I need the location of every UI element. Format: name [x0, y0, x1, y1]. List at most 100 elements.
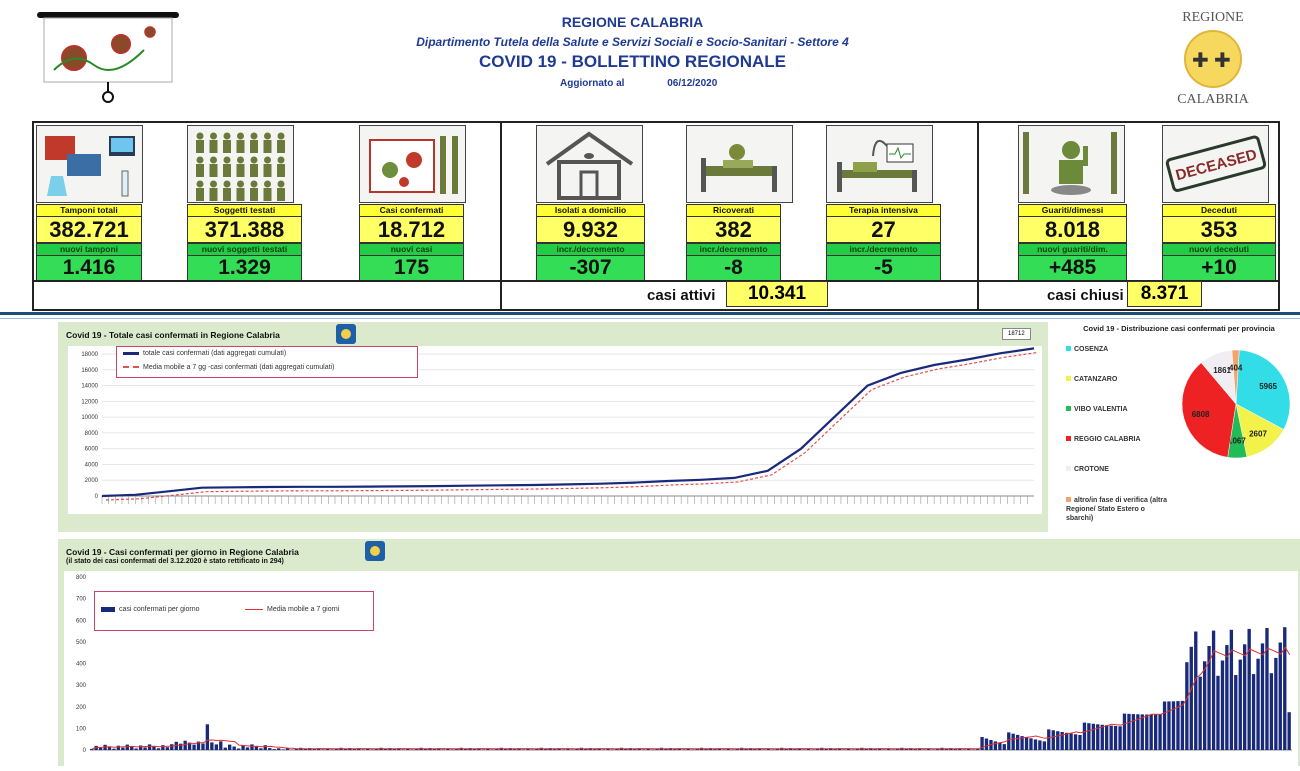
person-body-icon — [264, 188, 272, 201]
person-head-icon — [264, 157, 271, 164]
daily-bar — [1132, 714, 1135, 750]
daily-bar — [1167, 701, 1170, 750]
daily-bar — [954, 749, 957, 750]
person-body-icon — [223, 188, 231, 201]
person-head-icon — [210, 181, 217, 188]
daily-bar — [1274, 658, 1277, 750]
daily-bar — [184, 741, 187, 750]
daily-bar — [842, 749, 845, 750]
virus-person-icon — [359, 125, 466, 203]
daily-bar — [268, 748, 271, 750]
person-head-icon — [264, 133, 271, 140]
daily-bar — [215, 744, 218, 750]
daily-chart-title: Covid 19 - Casi confermati per giorno in… — [66, 547, 299, 557]
daily-bar — [553, 749, 556, 750]
person-body-icon — [196, 164, 204, 177]
person-body-icon — [250, 140, 258, 153]
pie-data-label: 404 — [1229, 363, 1243, 372]
daily-bar — [1212, 631, 1215, 750]
region-title: REGIONE CALABRIA — [0, 14, 1265, 30]
y-tick-label: 500 — [76, 640, 87, 646]
stat-sub-value: +10 — [1162, 255, 1276, 281]
daily-bar — [1078, 735, 1081, 750]
daily-bar — [1007, 732, 1010, 750]
person-body-icon — [210, 140, 218, 153]
province-pie-panel: Covid 19 - Distribuzione casi confermati… — [1066, 322, 1292, 532]
daily-bar — [1163, 702, 1166, 751]
pie-legend-item: altro/in fase di verifica (altra Regione… — [1066, 496, 1174, 523]
daily-bar — [1043, 741, 1046, 750]
y-tick-label: 10000 — [81, 415, 98, 421]
daily-bar — [1181, 701, 1184, 750]
daily-bar — [121, 748, 124, 750]
person-body-icon — [223, 140, 231, 153]
daily-bar — [1052, 730, 1055, 750]
stat-sub-value: -307 — [536, 255, 645, 281]
y-tick-label: 400 — [76, 662, 87, 668]
daily-bar — [1194, 632, 1197, 751]
daily-bar — [112, 749, 115, 750]
daily-bar — [985, 739, 988, 751]
stat-sub-value: -5 — [826, 255, 941, 281]
daily-bar — [1154, 715, 1157, 750]
hospital-bed-icon — [686, 125, 793, 203]
pie-legend-item: COSENZA — [1066, 346, 1108, 353]
daily-bar — [264, 745, 267, 750]
person-head-icon — [278, 181, 285, 188]
pie-legend-item: CROTONE — [1066, 466, 1109, 473]
daily-bar — [1083, 723, 1086, 750]
closed-cases-value: 8.371 — [1127, 281, 1202, 307]
stat-value: 18.712 — [359, 216, 464, 243]
daily-bar — [237, 749, 240, 751]
active-cases-label: casi attivi — [647, 287, 715, 304]
person-body-icon — [250, 164, 258, 177]
pie-data-label: 5965 — [1259, 382, 1277, 391]
daily-bar — [1239, 660, 1242, 750]
daily-bar — [393, 749, 396, 750]
daily-bar — [882, 749, 885, 750]
daily-bar — [1203, 661, 1206, 750]
daily-bar — [322, 749, 325, 750]
daily-bar — [228, 745, 231, 750]
daily-bar — [152, 746, 155, 750]
daily-bar — [246, 747, 249, 750]
lab-test-icon — [36, 125, 143, 203]
person-head-icon — [197, 133, 204, 140]
person-body-icon — [237, 140, 245, 153]
daily-bar — [99, 748, 102, 750]
daily-bar — [963, 749, 966, 750]
people-grid-icon — [187, 125, 294, 203]
daily-bar — [1056, 731, 1059, 750]
daily-bar — [1110, 726, 1113, 750]
daily-bar — [1243, 644, 1246, 750]
daily-bar — [241, 746, 244, 751]
stats-panel: Tamponi totali 382.721 nuovi tamponi 1.4… — [32, 121, 1280, 311]
person-head-icon — [197, 181, 204, 188]
daily-bar — [673, 749, 676, 750]
y-tick-label: 300 — [76, 683, 87, 689]
stat-sub-value: 1.416 — [36, 255, 142, 281]
person-body-icon — [250, 188, 258, 201]
daily-bar — [1221, 661, 1224, 751]
daily-bar — [442, 749, 445, 750]
person-body-icon — [277, 164, 285, 177]
icu-bed-icon — [826, 125, 933, 203]
daily-bar — [130, 747, 133, 751]
person-body-icon — [210, 188, 218, 201]
daily-bar — [1199, 677, 1202, 750]
daily-bar — [157, 748, 160, 750]
updated-label: Aggiornato al — [560, 78, 624, 89]
stat-value: 382.721 — [36, 216, 142, 243]
person-head-icon — [237, 181, 244, 188]
daily-bar — [473, 749, 476, 750]
daily-bar — [1087, 723, 1090, 750]
person-body-icon — [196, 188, 204, 201]
daily-bar — [1230, 630, 1233, 750]
person-head-icon — [278, 157, 285, 164]
daily-bar — [135, 749, 138, 751]
daily-bar — [923, 749, 926, 750]
daily-bar — [1190, 647, 1193, 750]
last-value-label: 18712 — [1002, 328, 1031, 340]
house-icon — [536, 125, 643, 203]
daily-bar — [1105, 725, 1108, 750]
